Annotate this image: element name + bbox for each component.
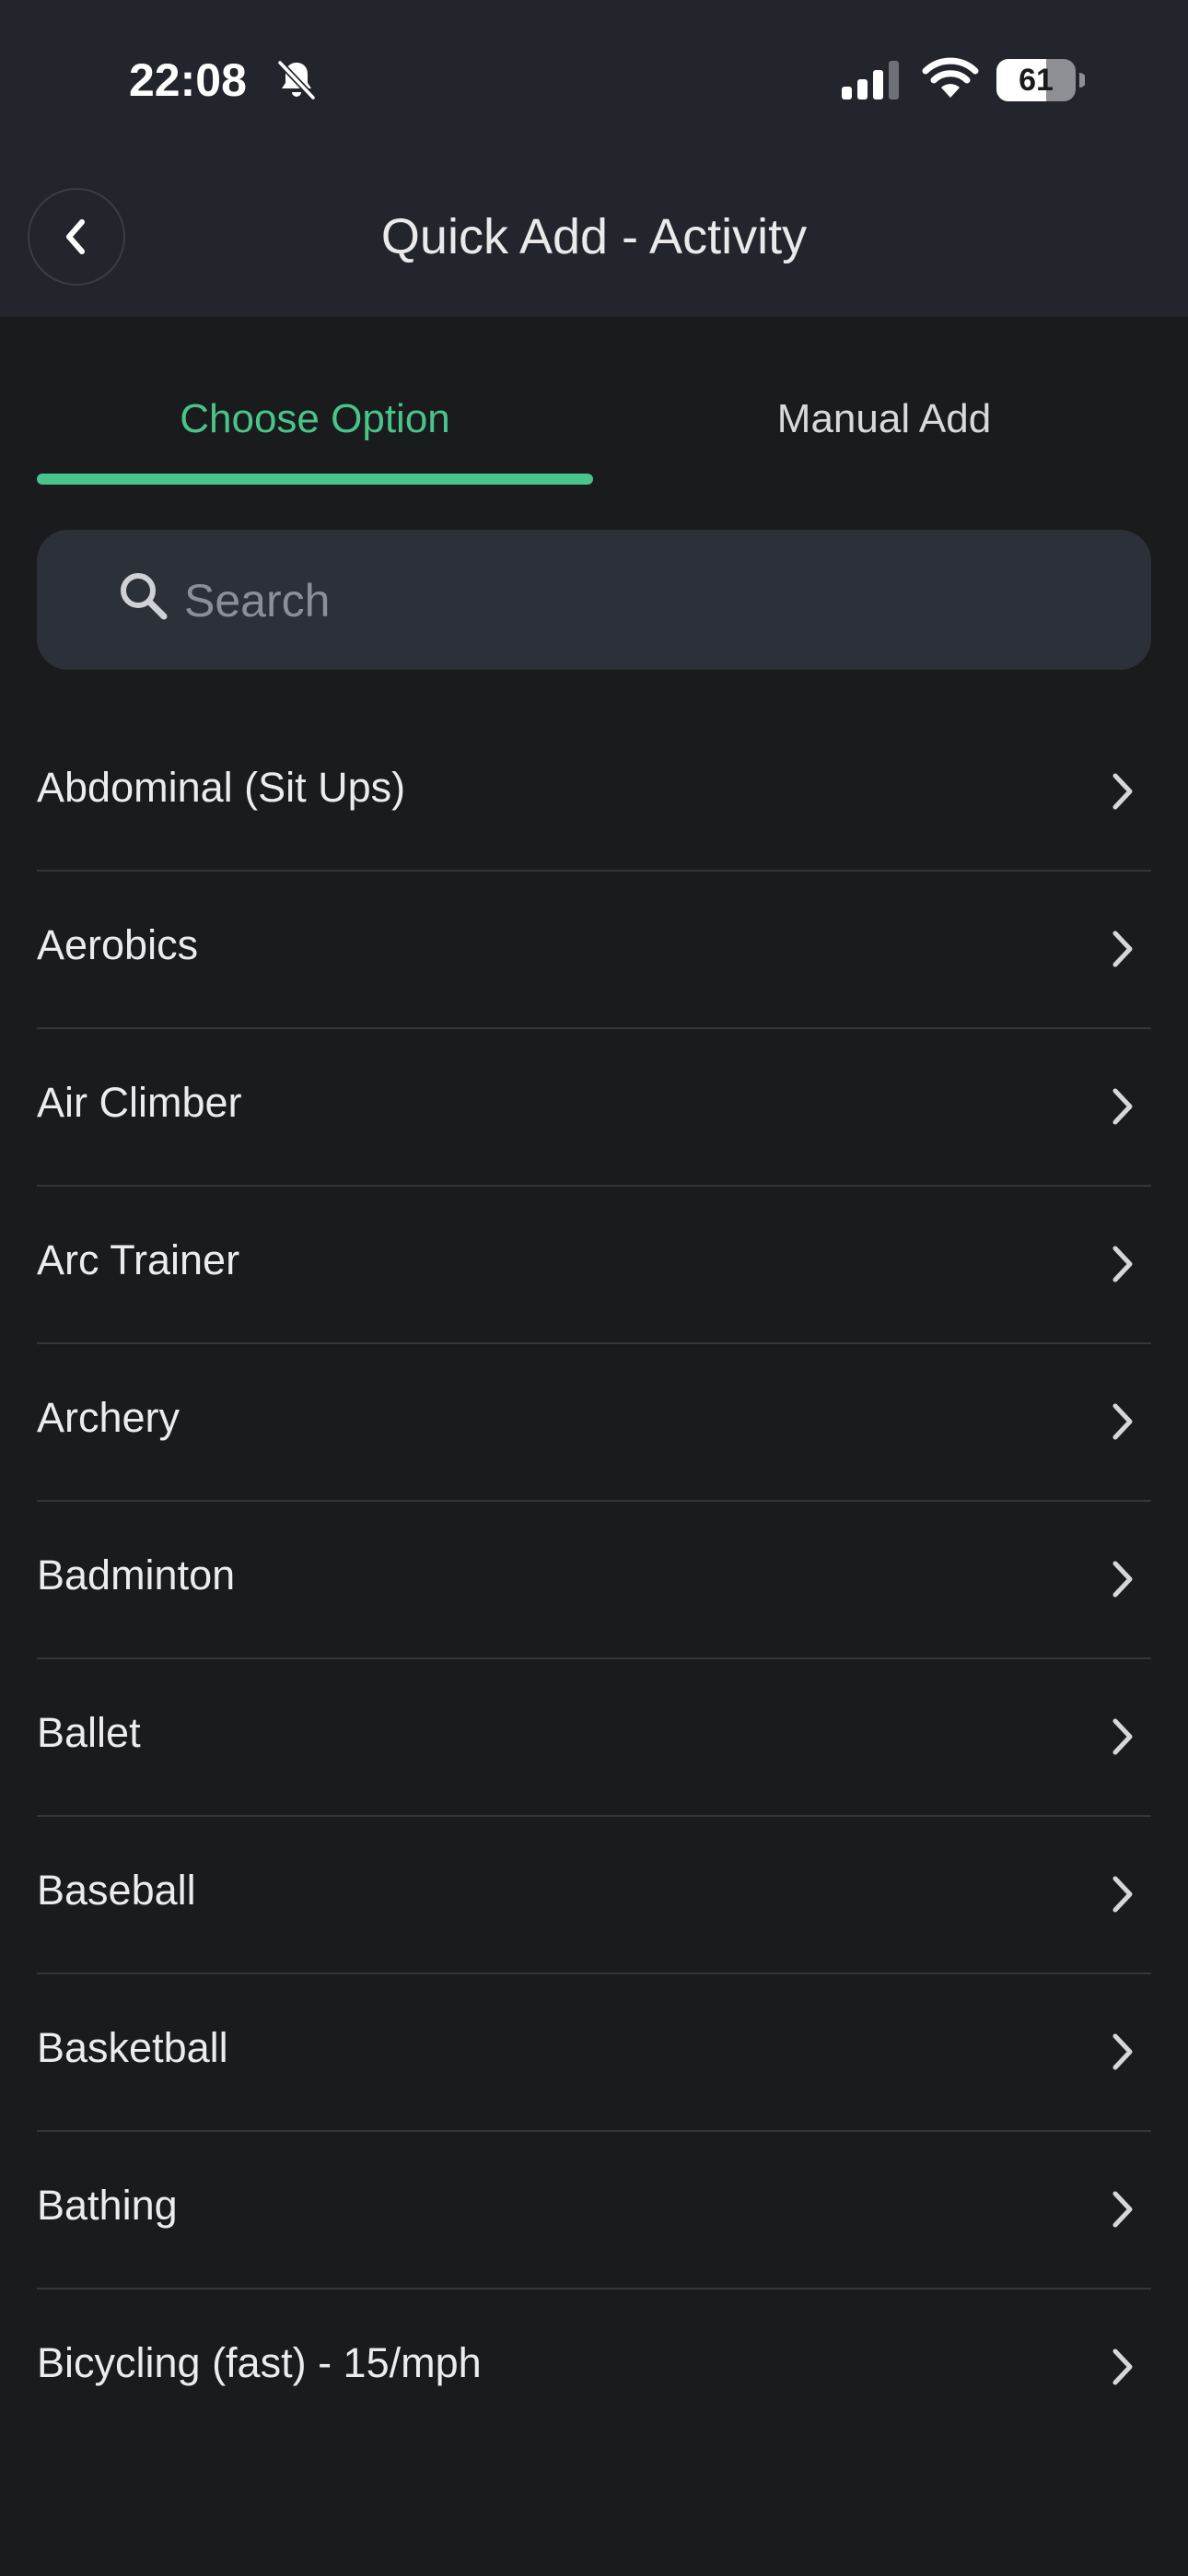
list-item-label: Air Climber bbox=[37, 1079, 242, 1126]
list-item-label: Badminton bbox=[37, 1551, 236, 1598]
cellular-signal-icon bbox=[842, 61, 899, 100]
list-item-archery[interactable]: Archery bbox=[37, 1344, 1151, 1502]
active-tab-indicator bbox=[37, 474, 593, 485]
battery-level: 61 bbox=[1019, 63, 1054, 98]
list-item-abdominal-sit-ups[interactable]: Abdominal (Sit Ups) bbox=[37, 714, 1151, 872]
list-item-ballet[interactable]: Ballet bbox=[37, 1659, 1151, 1817]
chevron-right-icon bbox=[1112, 773, 1133, 810]
page-title: Quick Add - Activity bbox=[380, 209, 808, 264]
list-item-air-climber[interactable]: Air Climber bbox=[37, 1029, 1151, 1187]
chevron-right-icon bbox=[1112, 2033, 1133, 2070]
chevron-right-icon bbox=[1112, 1561, 1133, 1598]
activity-list: Abdominal (Sit Ups) Aerobics Air Climber… bbox=[37, 714, 1151, 2447]
list-item-label: Aerobics bbox=[37, 921, 199, 968]
list-item-bicycling-fast[interactable]: Bicycling (fast) - 15/mph bbox=[37, 2289, 1151, 2447]
list-item-label: Ballet bbox=[37, 1709, 141, 1756]
chevron-right-icon bbox=[1112, 2191, 1133, 2228]
wifi-icon bbox=[922, 57, 979, 98]
search-bar[interactable] bbox=[37, 530, 1151, 670]
list-item-baseball[interactable]: Baseball bbox=[37, 1817, 1151, 1974]
chevron-right-icon bbox=[1112, 1876, 1133, 1913]
status-time: 22:08 bbox=[129, 54, 247, 106]
tab-choose-option[interactable]: Choose Option bbox=[37, 387, 593, 451]
bell-slash-icon bbox=[277, 60, 316, 100]
list-item-arc-trainer[interactable]: Arc Trainer bbox=[37, 1187, 1151, 1344]
chevron-right-icon bbox=[1112, 2348, 1133, 2385]
list-item-label: Baseball bbox=[37, 1867, 196, 1914]
list-item-basketball[interactable]: Basketball bbox=[37, 1974, 1151, 2132]
battery-icon: 61 bbox=[996, 59, 1085, 101]
list-item-label: Basketball bbox=[37, 2024, 228, 2071]
chevron-right-icon bbox=[1112, 1088, 1133, 1125]
list-item-label: Bicycling (fast) - 15/mph bbox=[37, 2339, 482, 2386]
chevron-right-icon bbox=[1112, 931, 1133, 967]
list-item-label: Bathing bbox=[37, 2182, 178, 2229]
header: 22:08 61 Quick Add - Activity bbox=[0, 0, 1188, 317]
chevron-right-icon bbox=[1112, 1246, 1133, 1282]
chevron-right-icon bbox=[1112, 1718, 1133, 1755]
list-item-badminton[interactable]: Badminton bbox=[37, 1502, 1151, 1659]
tab-manual-add[interactable]: Manual Add bbox=[608, 387, 1160, 451]
list-item-label: Abdominal (Sit Ups) bbox=[37, 764, 406, 811]
chevron-right-icon bbox=[1112, 1403, 1133, 1440]
list-item-bathing[interactable]: Bathing bbox=[37, 2132, 1151, 2289]
search-icon bbox=[121, 573, 168, 620]
list-item-aerobics[interactable]: Aerobics bbox=[37, 872, 1151, 1029]
search-input[interactable] bbox=[182, 563, 1107, 638]
list-item-label: Arc Trainer bbox=[37, 1236, 240, 1283]
list-item-label: Archery bbox=[37, 1394, 181, 1441]
